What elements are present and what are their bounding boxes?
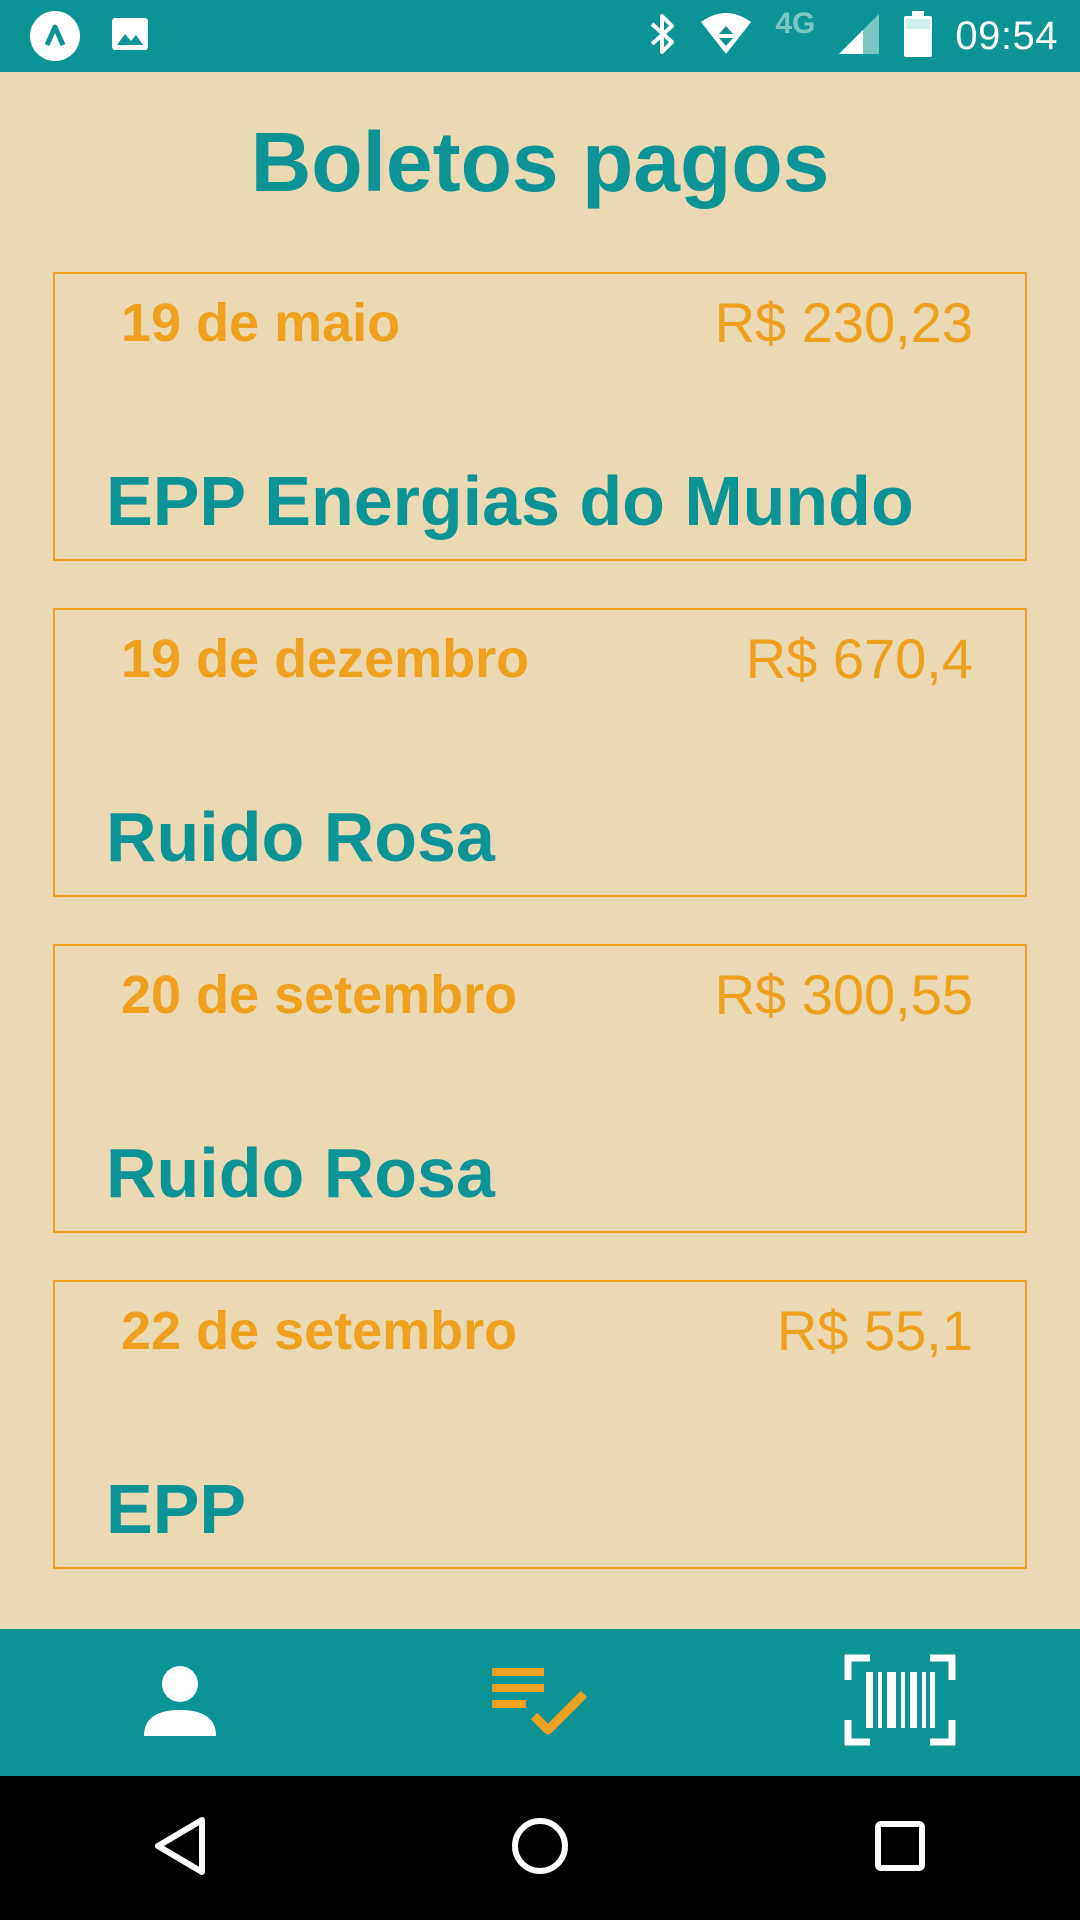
payment-card[interactable]: 22 de setembro R$ 55,1 EPP — [53, 1280, 1027, 1569]
payment-list: 19 de maio R$ 230,23 EPP Energias do Mun… — [53, 272, 1027, 1616]
back-icon — [152, 1816, 208, 1881]
image-icon — [110, 14, 150, 59]
payment-amount: R$ 230,23 — [714, 291, 973, 354]
payment-amount: R$ 55,1 — [776, 1299, 973, 1362]
payment-card[interactable]: 19 de dezembro R$ 670,4 Ruido Rosa — [53, 608, 1027, 897]
signal-icon — [837, 12, 881, 61]
system-recents-button[interactable] — [720, 1776, 1080, 1920]
clock: 09:54 — [955, 13, 1058, 58]
nav-scan-barcode[interactable] — [720, 1629, 1080, 1776]
nav-paid-bills[interactable] — [360, 1629, 720, 1776]
payment-card[interactable]: 20 de setembro R$ 300,55 Ruido Rosa — [53, 944, 1027, 1233]
person-icon — [140, 1660, 220, 1745]
payment-date: 22 de setembro — [121, 1301, 518, 1361]
payment-payee: Ruido Rosa — [106, 1134, 495, 1212]
wifi-icon — [699, 12, 753, 61]
bottom-nav — [0, 1629, 1080, 1776]
recents-icon — [874, 1820, 926, 1877]
home-icon — [510, 1816, 570, 1881]
page-title: Boletos pagos — [250, 115, 830, 209]
payment-date: 19 de maio — [121, 293, 401, 353]
bluetooth-icon — [647, 12, 677, 61]
system-nav-bar — [0, 1776, 1080, 1920]
status-bar: 4G 09:54 — [0, 0, 1080, 72]
payment-date: 19 de dezembro — [121, 629, 530, 689]
playlist-check-icon — [490, 1662, 590, 1743]
payment-payee: Ruido Rosa — [106, 798, 495, 876]
payment-payee: EPP Energias do Mundo — [106, 462, 914, 540]
barcode-scan-icon — [844, 1654, 956, 1751]
payment-card[interactable]: 19 de maio R$ 230,23 EPP Energias do Mun… — [53, 272, 1027, 561]
system-home-button[interactable] — [360, 1776, 720, 1920]
payment-date: 20 de setembro — [121, 965, 518, 1025]
app-icon — [30, 11, 80, 61]
payment-amount: R$ 670,4 — [745, 627, 973, 690]
system-back-button[interactable] — [0, 1776, 360, 1920]
battery-icon — [903, 10, 933, 62]
payment-amount: R$ 300,55 — [714, 963, 973, 1026]
payment-payee: EPP — [106, 1470, 247, 1548]
network-type: 4G — [775, 7, 816, 40]
nav-profile[interactable] — [0, 1629, 360, 1776]
